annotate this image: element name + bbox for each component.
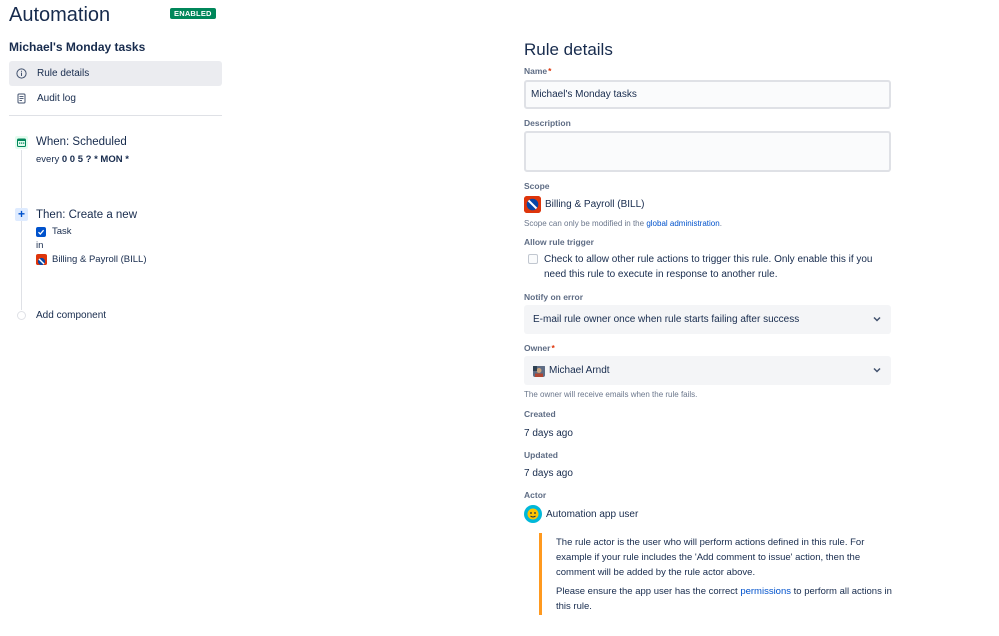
trigger-schedule: every 0 0 5 ? * MON * — [36, 154, 129, 165]
actor-avatar — [524, 505, 542, 523]
updated-label: Updated — [524, 450, 558, 460]
permissions-prefix: Please ensure the app user has the corre… — [556, 586, 741, 597]
description-input[interactable] — [524, 131, 891, 172]
owner-label: Owner* — [524, 343, 555, 353]
notify-select[interactable]: E-mail rule owner once when rule starts … — [524, 305, 891, 334]
allow-trigger-checkbox[interactable] — [528, 254, 538, 264]
trigger-title[interactable]: When: Scheduled — [36, 136, 127, 148]
owner-avatar — [533, 365, 545, 377]
action-issue-type: Task — [52, 226, 72, 237]
nav-divider — [9, 115, 222, 116]
calendar-icon — [15, 136, 28, 149]
plus-icon: + — [15, 208, 28, 221]
scope-help-text: Scope can only be modified in the — [524, 219, 647, 228]
project-icon — [524, 196, 541, 213]
required-marker: * — [548, 66, 552, 76]
schedule-cron: 0 0 5 ? * MON * — [61, 154, 129, 165]
rule-name-heading: Michael's Monday tasks — [9, 40, 146, 54]
owner-value: Michael Arndt — [549, 365, 610, 376]
page-title: Automation — [9, 4, 111, 26]
task-type-icon — [36, 227, 46, 237]
rule-details-title: Rule details — [524, 40, 613, 59]
project-icon — [36, 254, 47, 265]
add-component-button[interactable]: Add component — [36, 310, 106, 321]
nav-item-label: Audit log — [37, 93, 76, 104]
updated-value: 7 days ago — [524, 468, 573, 479]
schedule-prefix: every — [36, 154, 62, 165]
document-icon — [16, 93, 27, 104]
nav-rule-details[interactable]: Rule details — [9, 61, 222, 86]
notify-label: Notify on error — [524, 292, 584, 302]
name-label: Name* — [524, 66, 551, 76]
scope-help-suffix: . — [719, 219, 722, 228]
allow-trigger-label: Allow rule trigger — [524, 237, 594, 247]
scope-label: Scope — [524, 181, 550, 191]
actor-info-note: The rule actor is the user who will perf… — [539, 533, 895, 615]
owner-select[interactable]: Michael Arndt — [524, 356, 891, 385]
nav-item-label: Rule details — [37, 68, 90, 79]
created-value: 7 days ago — [524, 428, 573, 439]
name-label-text: Name — [524, 66, 548, 76]
nav-audit-log[interactable]: Audit log — [9, 86, 222, 111]
add-component-dot — [17, 311, 26, 320]
actor-note-text: The rule actor is the user who will perf… — [556, 537, 865, 578]
actor-value: Automation app user — [546, 509, 639, 520]
action-in-label: in — [36, 240, 44, 251]
owner-help: The owner will receive emails when the r… — [524, 390, 698, 399]
description-label: Description — [524, 118, 571, 128]
actor-label: Actor — [524, 490, 547, 500]
notify-value: E-mail rule owner once when rule starts … — [533, 314, 800, 325]
status-badge: ENABLED — [170, 8, 216, 19]
scope-help: Scope can only be modified in the global… — [524, 219, 722, 228]
action-title[interactable]: Then: Create a new — [36, 209, 137, 221]
global-administration-link[interactable]: global administration — [646, 219, 719, 228]
scope-project: Billing & Payroll (BILL) — [545, 199, 645, 210]
info-icon — [16, 68, 27, 79]
component-timeline — [21, 150, 22, 310]
owner-label-text: Owner — [524, 343, 551, 353]
actor-note-permissions: Please ensure the app user has the corre… — [556, 584, 895, 614]
allow-trigger-text: Check to allow other rule actions to tri… — [544, 254, 873, 280]
created-label: Created — [524, 409, 556, 419]
required-marker: * — [551, 343, 555, 353]
name-input[interactable]: Michael's Monday tasks — [524, 80, 891, 109]
action-project: Billing & Payroll (BILL) — [52, 254, 147, 265]
chevron-down-icon — [873, 316, 881, 322]
chevron-down-icon — [873, 367, 881, 373]
permissions-link[interactable]: permissions — [740, 586, 791, 597]
